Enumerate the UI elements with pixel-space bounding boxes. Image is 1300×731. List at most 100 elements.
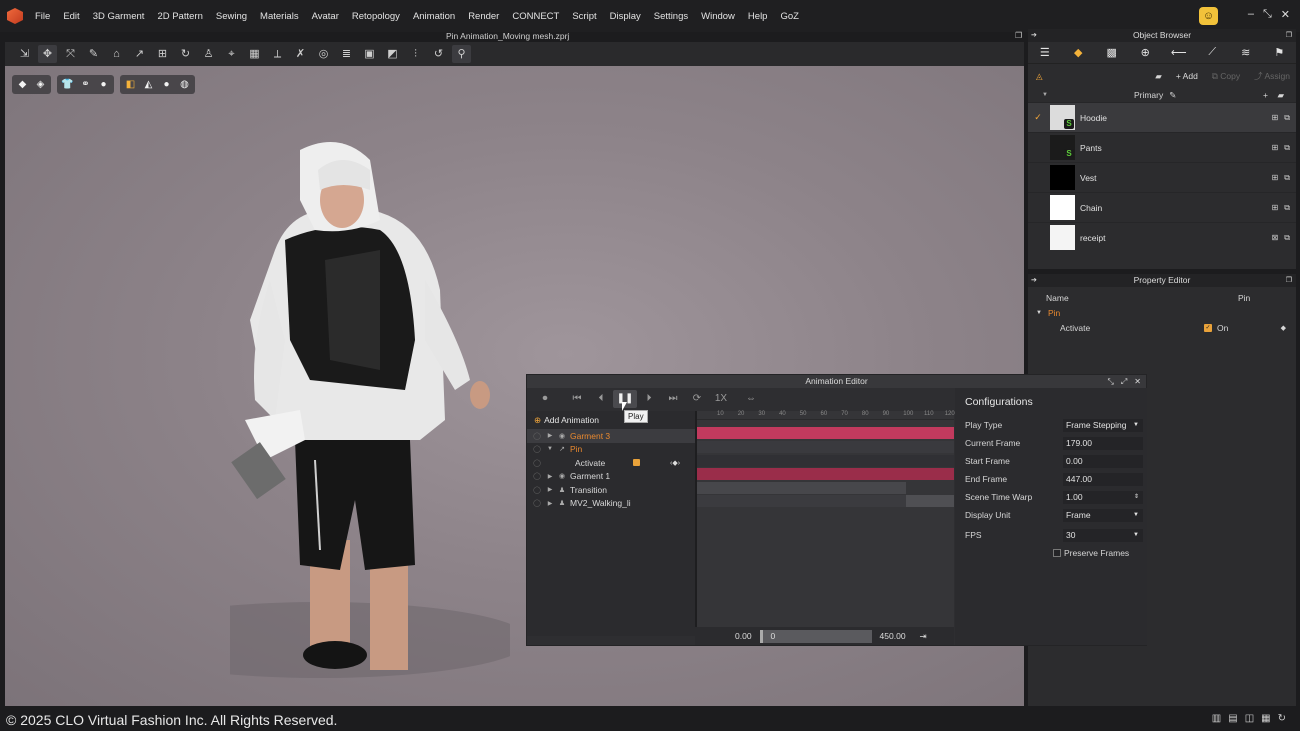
sewing-view-icon[interactable]: ⚭ xyxy=(78,77,93,92)
timeline-bar-activate[interactable] xyxy=(697,455,954,467)
panel-pin-icon[interactable]: ➔ xyxy=(1031,29,1037,42)
keyframe-nav-icon[interactable]: ‹◆› xyxy=(670,459,680,467)
menu-render[interactable]: Render xyxy=(468,11,499,22)
expand-icon[interactable]: ▶ xyxy=(544,432,556,439)
assign-button[interactable]: ⤴ Assign xyxy=(1254,70,1290,82)
go-to-start-icon[interactable]: ⏮ xyxy=(565,390,589,408)
add-group-icon[interactable]: + xyxy=(1263,90,1268,100)
config-dropdown[interactable]: Frame Stepping ▼ xyxy=(1063,418,1143,432)
duplicate-fabric-icon[interactable]: ⧉ xyxy=(1284,143,1290,153)
visibility-icon[interactable]: ◯ xyxy=(530,499,544,507)
folder-add-icon[interactable]: ▰ xyxy=(1277,90,1284,101)
dropdown-arrow-icon[interactable]: ▼ xyxy=(1133,509,1139,522)
menu-script[interactable]: Script xyxy=(572,11,596,22)
animation-editor-title-bar[interactable]: Animation Editor ⤡ ⤢ ✕ xyxy=(527,375,1146,388)
panel-pin-icon[interactable]: ➔ xyxy=(1031,274,1037,287)
menu-window[interactable]: Window xyxy=(701,11,735,22)
expand-icon[interactable]: ▼ xyxy=(544,446,556,452)
fabric-filter-icon[interactable]: ◬ xyxy=(1036,71,1043,82)
menu-avatar[interactable]: Avatar xyxy=(312,11,339,22)
activate-track-checkbox[interactable] xyxy=(633,459,640,467)
layer-icon[interactable]: ≣ xyxy=(337,45,356,63)
track-row[interactable]: ◯ ▶ ♟ MV2_Walking_li xyxy=(527,497,695,511)
track-row[interactable]: ◯ Activate ‹◆› xyxy=(527,456,695,470)
time-scrubber[interactable]: 0 xyxy=(759,629,872,643)
track-row[interactable]: ◯ ▶ ◉ Garment 1 xyxy=(527,470,695,484)
collapse-icon[interactable]: ▼ xyxy=(1042,92,1048,98)
preserve-frames-checkbox[interactable] xyxy=(1053,549,1061,557)
environment-icon[interactable]: ◍ xyxy=(177,77,192,92)
config-field[interactable]: 447.00 xyxy=(1063,472,1143,486)
keyframe-icon[interactable]: ◆ xyxy=(1281,324,1286,332)
loop-icon[interactable]: ⟳ xyxy=(685,390,709,408)
fold-icon[interactable]: ⌂ xyxy=(107,45,126,63)
primary-group-row[interactable]: ▼ Primary ✎ + ▰ xyxy=(1028,88,1296,102)
expand-icon[interactable]: ▶ xyxy=(544,486,556,493)
expand-icon[interactable]: ▶ xyxy=(544,500,556,507)
box-alt-icon[interactable]: ◩ xyxy=(383,45,402,63)
fabric-thumbnail[interactable]: S xyxy=(1050,135,1075,160)
folder-icon[interactable]: ▰ xyxy=(1155,71,1162,82)
apply-fabric-icon[interactable]: ⊞ xyxy=(1272,113,1279,123)
menu-display[interactable]: Display xyxy=(610,11,641,22)
visibility-icon[interactable]: ◯ xyxy=(530,459,544,467)
garment-icon[interactable]: ⊞ xyxy=(153,45,172,63)
avatar-pose-icon[interactable]: ♙ xyxy=(199,45,218,63)
fabric-row[interactable]: ✓ S Hoodie ⊞ ⧉ xyxy=(1028,102,1296,132)
minimize-window-icon[interactable]: ⤡ xyxy=(1107,375,1113,388)
track-row[interactable]: ◯ ▼ ↗ Pin xyxy=(527,443,695,457)
panel-float-icon[interactable]: ❐ xyxy=(1286,29,1292,42)
user-avatar-icon[interactable]: ☺ xyxy=(1199,7,1218,25)
book-icon[interactable]: ▥ xyxy=(1212,713,1221,724)
fabric-row[interactable]: Chain ⊞ ⧉ xyxy=(1028,192,1296,222)
duplicate-fabric-icon[interactable]: ⧉ xyxy=(1284,113,1290,123)
speed-button[interactable]: 1X xyxy=(709,390,733,408)
edit-icon[interactable]: ✎ xyxy=(1169,90,1176,101)
app-logo-icon[interactable] xyxy=(7,8,23,24)
box-icon[interactable]: ▣ xyxy=(360,45,379,63)
config-field[interactable]: 0.00 xyxy=(1063,454,1143,468)
zipper-tab-icon[interactable]: ≋ xyxy=(1232,46,1260,59)
menu-sewing[interactable]: Sewing xyxy=(216,11,247,22)
duplicate-fabric-icon[interactable]: ⧉ xyxy=(1284,233,1290,243)
timeline-bar-garment-3[interactable] xyxy=(697,427,954,439)
list-tab-icon[interactable]: ☰ xyxy=(1031,46,1059,59)
close-icon[interactable]: ✕ xyxy=(1281,8,1290,21)
timeline-bar-transition[interactable] xyxy=(697,482,906,494)
record-icon[interactable]: ⏺ xyxy=(533,390,557,408)
track-row[interactable]: ◯ ▶ ◉ Garment 3 xyxy=(527,429,695,443)
fit-range-icon[interactable]: ⇥ xyxy=(920,631,927,642)
menu-settings[interactable]: Settings xyxy=(654,11,688,22)
select-icon[interactable]: ⇲ xyxy=(15,45,34,63)
config-dropdown[interactable]: Frame ▼ xyxy=(1063,508,1143,522)
menu-3d-garment[interactable]: 3D Garment xyxy=(93,11,145,22)
fabric-thumbnail[interactable] xyxy=(1050,225,1075,250)
fabric-tab-icon[interactable]: ◆ xyxy=(1064,46,1092,59)
rotate-icon[interactable]: ↻ xyxy=(176,45,195,63)
move-icon[interactable]: ✥ xyxy=(38,45,57,63)
copy-button[interactable]: ⧉ Copy xyxy=(1212,71,1240,82)
expand-icon[interactable]: ▶ xyxy=(544,473,556,480)
range-icon[interactable]: ⇔ xyxy=(739,390,763,408)
lighting-icon[interactable]: ◭ xyxy=(141,77,156,92)
fabric-thumbnail[interactable] xyxy=(1050,165,1075,190)
duplicate-fabric-icon[interactable]: ⧉ xyxy=(1284,173,1290,183)
sphere-icon[interactable]: ◎ xyxy=(314,45,333,63)
fabric-row[interactable]: receipt ⊠ ⧉ xyxy=(1028,222,1296,252)
minimize-icon[interactable]: – xyxy=(1248,8,1254,21)
garment-view-icon[interactable]: 👕 xyxy=(60,77,75,92)
menu-2d-pattern[interactable]: 2D Pattern xyxy=(157,11,202,22)
apply-fabric-icon[interactable]: ⊞ xyxy=(1272,143,1279,153)
dropdown-arrow-icon[interactable]: ▼ xyxy=(1133,529,1139,542)
view-mode-icon[interactable]: ◆ xyxy=(15,77,30,92)
fabric-thumbnail[interactable] xyxy=(1050,195,1075,220)
go-to-end-icon[interactable]: ⏭ xyxy=(661,390,685,408)
timeline-bar-garment-1[interactable] xyxy=(697,468,954,480)
add-button[interactable]: + Add xyxy=(1176,71,1198,81)
close-window-icon[interactable]: ✕ xyxy=(1134,375,1141,388)
select-mesh-icon[interactable]: ⤧ xyxy=(61,45,80,63)
pin-icon[interactable]: ⌖ xyxy=(222,45,241,63)
config-field[interactable]: 179.00 xyxy=(1063,436,1143,450)
config-field[interactable]: 1.00 ⇕ xyxy=(1063,490,1143,504)
visibility-icon[interactable]: ◯ xyxy=(530,486,544,494)
